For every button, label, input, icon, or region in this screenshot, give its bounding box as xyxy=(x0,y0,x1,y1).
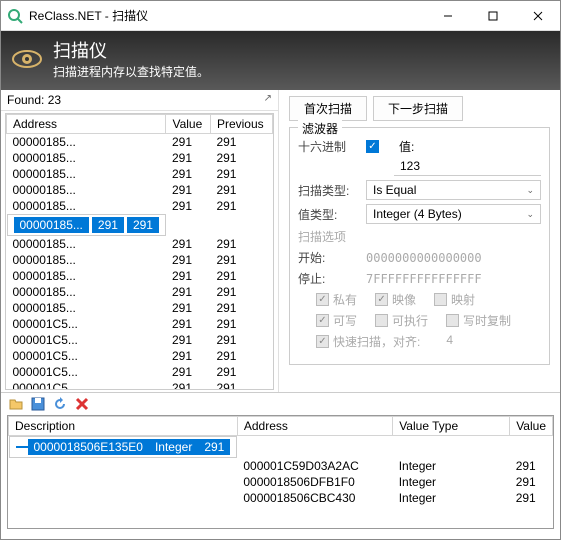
table-row[interactable]: 00000185...291291 xyxy=(7,182,273,198)
stop-value[interactable]: 7FFFFFFFFFFFFFFF xyxy=(366,272,482,286)
table-row[interactable]: 00000185...291291 xyxy=(7,268,273,284)
refresh-icon[interactable] xyxy=(51,395,69,413)
hex-label: 十六进制 xyxy=(298,138,360,155)
chk-image[interactable]: ✓映像 xyxy=(375,291,416,308)
table-row[interactable]: 00000185...291291 xyxy=(7,166,273,182)
table-row[interactable]: 00000185...291291 xyxy=(7,198,273,214)
table-row[interactable]: 00000185...291291 xyxy=(7,134,273,151)
col-description[interactable]: Description xyxy=(9,417,238,436)
col-address[interactable]: Address xyxy=(7,115,166,134)
table-row[interactable]: 000001C5...291291 xyxy=(7,316,273,332)
table-row[interactable]: 000001C59D03A2ACInteger291 xyxy=(9,458,553,474)
col-address-2[interactable]: Address xyxy=(237,417,392,436)
value-type-row: 值类型: Integer (4 Bytes) ⌄ xyxy=(298,204,541,224)
found-bar: Found: 23 ↗ xyxy=(1,90,278,111)
table-row[interactable]: 000001C5...291291 xyxy=(7,332,273,348)
table-row[interactable]: 00000185...291291 xyxy=(7,300,273,316)
start-value[interactable]: 0000000000000000 xyxy=(366,251,482,265)
value-type-select[interactable]: Integer (4 Bytes) ⌄ xyxy=(366,204,541,224)
col-value-type[interactable]: Value Type xyxy=(393,417,510,436)
save-icon[interactable] xyxy=(29,395,47,413)
value-type-label: 值类型: xyxy=(298,206,360,223)
eye-icon xyxy=(11,43,43,75)
hex-checkbox[interactable]: ✓ xyxy=(366,140,379,153)
window-title: ReClass.NET - 扫描仪 xyxy=(29,7,425,24)
bottom-table-wrap[interactable]: Description Address Value Type Value 000… xyxy=(7,415,554,529)
table-row[interactable]: 00000185...291291 xyxy=(7,252,273,268)
table-row[interactable]: 0000018506CBC430Integer291 xyxy=(9,490,553,506)
minimize-button[interactable] xyxy=(425,1,470,30)
next-scan-button[interactable]: 下一步扫描 xyxy=(373,96,463,121)
hex-row: 十六进制 ✓ 值: xyxy=(298,138,541,155)
fastscan-row: ✓快速扫描，对齐: 4 xyxy=(316,333,541,350)
chk-private[interactable]: ✓私有 xyxy=(316,291,357,308)
start-label: 开始: xyxy=(298,249,360,266)
fastscan-value[interactable]: 4 xyxy=(446,333,453,350)
icon-bar xyxy=(1,393,560,415)
main-row: Found: 23 ↗ Address Value Previous 00000… xyxy=(1,90,560,393)
flag-row-2: ✓可写 可执行 写时复制 xyxy=(316,312,541,329)
results-table: Address Value Previous 00000185...291291… xyxy=(6,114,273,390)
scanner-window: ReClass.NET - 扫描仪 扫描仪 扫描进程内存以查找特定值。 Foun… xyxy=(0,0,561,540)
filter-box: 滤波器 十六进制 ✓ 值: 123 扫描类型: Is Equal ⌄ xyxy=(289,127,550,365)
table-row[interactable]: 00000185...291291 xyxy=(7,150,273,166)
banner-title: 扫描仪 xyxy=(53,37,209,63)
table-row[interactable]: 000001C5...291291 xyxy=(7,348,273,364)
chevron-down-icon: ⌄ xyxy=(526,209,534,220)
banner: 扫描仪 扫描进程内存以查找特定值。 xyxy=(1,31,560,90)
flag-row-1: ✓私有 ✓映像 映射 xyxy=(316,291,541,308)
chk-cow[interactable]: 写时复制 xyxy=(446,312,511,329)
banner-subtitle: 扫描进程内存以查找特定值。 xyxy=(53,63,209,80)
col-value[interactable]: Value xyxy=(166,115,210,134)
filter-legend: 滤波器 xyxy=(298,120,342,137)
resizer[interactable] xyxy=(7,529,554,533)
found-label: Found: xyxy=(7,93,44,107)
col-previous[interactable]: Previous xyxy=(210,115,272,134)
left-pane: Found: 23 ↗ Address Value Previous 00000… xyxy=(1,90,279,392)
value-type-value: Integer (4 Bytes) xyxy=(373,207,462,221)
value-row: 123 xyxy=(394,157,541,176)
table-row[interactable]: 0000018506DFB1F0Integer291 xyxy=(9,474,553,490)
app-icon xyxy=(7,8,23,24)
scan-type-value: Is Equal xyxy=(373,183,416,197)
right-pane: 首次扫描 下一步扫描 滤波器 十六进制 ✓ 值: 123 扫描类型: Is Eq… xyxy=(279,90,560,392)
start-row: 开始: 0000000000000000 xyxy=(298,249,541,266)
table-row[interactable]: 00000185...291291 xyxy=(7,236,273,252)
scan-options-label-row: 扫描选项 xyxy=(298,228,541,245)
scan-type-row: 扫描类型: Is Equal ⌄ xyxy=(298,180,541,200)
chevron-down-icon: ⌄ xyxy=(526,185,534,196)
delete-icon[interactable] xyxy=(73,395,91,413)
scan-type-label: 扫描类型: xyxy=(298,182,360,199)
value-label: 值: xyxy=(399,138,414,155)
first-scan-button[interactable]: 首次扫描 xyxy=(289,96,367,121)
value-input[interactable]: 123 xyxy=(394,157,541,176)
titlebar: ReClass.NET - 扫描仪 xyxy=(1,1,560,31)
bottom-pane: Description Address Value Type Value 000… xyxy=(7,415,554,533)
chk-fastscan[interactable]: ✓快速扫描，对齐: xyxy=(316,333,420,350)
stop-row: 停止: 7FFFFFFFFFFFFFFF xyxy=(298,270,541,287)
table-row[interactable]: 0000018506E135E0Integer291 xyxy=(9,436,238,458)
scan-type-select[interactable]: Is Equal ⌄ xyxy=(366,180,541,200)
chk-writable[interactable]: ✓可写 xyxy=(316,312,357,329)
scan-options-label: 扫描选项 xyxy=(298,228,346,245)
table-row[interactable]: 000001C5...291291 xyxy=(7,364,273,380)
stop-label: 停止: xyxy=(298,270,360,287)
table-row[interactable]: 00000185...291291 xyxy=(7,284,273,300)
chk-exec[interactable]: 可执行 xyxy=(375,312,428,329)
window-buttons xyxy=(425,1,560,30)
bottom-table: Description Address Value Type Value 000… xyxy=(8,416,553,506)
banner-text: 扫描仪 扫描进程内存以查找特定值。 xyxy=(53,37,209,80)
found-count: 23 xyxy=(48,93,61,107)
sort-icon[interactable]: ↗ xyxy=(264,93,272,107)
results-table-wrap[interactable]: Address Value Previous 00000185...291291… xyxy=(5,113,274,390)
table-row[interactable]: 000001C5...291291 xyxy=(7,380,273,390)
col-value-2[interactable]: Value xyxy=(510,417,553,436)
chk-mapped[interactable]: 映射 xyxy=(434,291,475,308)
table-row[interactable]: 00000185...291291 xyxy=(7,214,166,236)
close-button[interactable] xyxy=(515,1,560,30)
open-icon[interactable] xyxy=(7,395,25,413)
maximize-button[interactable] xyxy=(470,1,515,30)
scan-buttons: 首次扫描 下一步扫描 xyxy=(289,96,550,121)
